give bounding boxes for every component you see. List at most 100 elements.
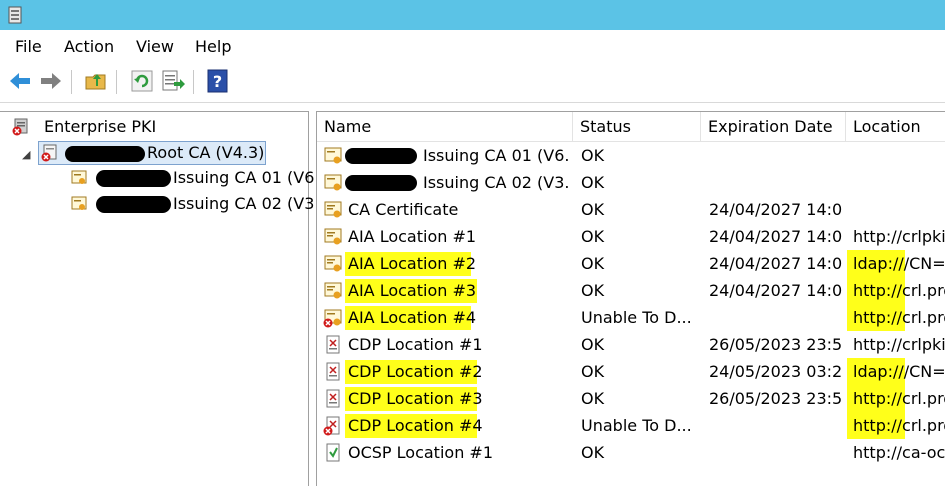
table-row[interactable]: CA Certificate OK 24/04/2027 14:08 bbox=[317, 196, 945, 223]
forward-arrow-icon[interactable] bbox=[38, 68, 64, 94]
cell-name: OCSP Location #1 bbox=[348, 443, 493, 462]
table-row[interactable]: AIA Location #3 OK 24/04/2027 14:08 http://… bbox=[317, 277, 945, 304]
svg-text:?: ? bbox=[213, 72, 222, 91]
certificate-icon bbox=[324, 228, 342, 245]
up-folder-icon[interactable] bbox=[83, 68, 109, 94]
certificate-icon bbox=[324, 201, 342, 218]
cell-location: http://crl.pro bbox=[853, 389, 945, 408]
cell-location bbox=[853, 169, 945, 196]
table-row[interactable]: CDP Location #4 Unable To D... http://crl.… bbox=[317, 412, 945, 439]
tree-item-issuing-ca-02[interactable]: Issuing CA 02 (V3 bbox=[70, 193, 314, 215]
cell-status: OK bbox=[581, 173, 605, 192]
cell-expiration bbox=[709, 439, 843, 466]
tree-label-issuing-ca-01: Issuing CA 01 (V6 bbox=[173, 168, 315, 187]
cell-name: Issuing CA 02 (V3.... bbox=[423, 173, 571, 192]
cell-status: OK bbox=[581, 146, 605, 165]
cell-name: AIA Location #4 bbox=[348, 308, 477, 327]
cell-name: CDP Location #2 bbox=[348, 362, 483, 381]
cell-status: Unable To D... bbox=[581, 308, 692, 327]
cell-location: http://ca-oc bbox=[853, 443, 945, 462]
column-header-name[interactable]: Name bbox=[317, 112, 573, 142]
cell-status: OK bbox=[581, 200, 605, 219]
table-row[interactable]: CDP Location #2 OK 24/05/2023 03:20 ldap://… bbox=[317, 358, 945, 385]
export-list-icon[interactable] bbox=[160, 68, 186, 94]
tree-item-root-ca[interactable]: Root CA (V4.3) bbox=[38, 141, 266, 165]
toolbar: ? bbox=[0, 62, 945, 103]
cell-location: http://crlpki bbox=[853, 227, 945, 246]
cell-expiration bbox=[709, 304, 843, 331]
app-icon bbox=[8, 6, 22, 24]
column-header-expiration[interactable]: Expiration Date bbox=[701, 112, 846, 142]
cell-status: Unable To D... bbox=[581, 416, 692, 435]
refresh-icon[interactable] bbox=[129, 68, 155, 94]
cell-location: http://crl.pro bbox=[853, 281, 945, 300]
ca-certificate-icon bbox=[324, 147, 342, 164]
crl-icon bbox=[326, 362, 340, 381]
cell-expiration bbox=[709, 169, 843, 196]
redaction bbox=[345, 148, 417, 164]
cell-name: CDP Location #4 bbox=[348, 416, 483, 435]
tree-item-enterprise-pki[interactable]: Enterprise PKI bbox=[12, 116, 212, 138]
toolbar-separator bbox=[193, 70, 194, 94]
title-bar bbox=[0, 0, 945, 30]
cell-name: CDP Location #3 bbox=[348, 389, 483, 408]
cell-name: Issuing CA 01 (V6.... bbox=[423, 146, 571, 165]
cell-location: http://crlpki bbox=[853, 335, 945, 354]
redaction bbox=[65, 146, 145, 162]
table-row[interactable]: AIA Location #4 Unable To D... http://crl.… bbox=[317, 304, 945, 331]
menu-action[interactable]: Action bbox=[64, 37, 114, 56]
table-row[interactable]: OCSP Location #1 OK http://ca-oc bbox=[317, 439, 945, 466]
table-row[interactable]: CDP Location #1 OK 26/05/2023 23:54 http://… bbox=[317, 331, 945, 358]
cell-status: OK bbox=[581, 254, 605, 273]
column-header-location[interactable]: Location bbox=[846, 112, 945, 142]
redaction bbox=[96, 196, 171, 213]
cell-expiration: 24/04/2027 14:08 bbox=[709, 281, 843, 300]
cell-location bbox=[853, 142, 945, 169]
back-arrow-icon[interactable] bbox=[7, 68, 33, 94]
toolbar-separator bbox=[116, 70, 117, 94]
table-row[interactable]: Issuing CA 01 (V6.... OK bbox=[317, 142, 945, 169]
ca-certificate-icon bbox=[324, 174, 342, 191]
table-row[interactable]: AIA Location #1 OK 24/04/2027 14:08 http://… bbox=[317, 223, 945, 250]
cell-location: http://crl.pro bbox=[853, 308, 945, 327]
crl-error-icon bbox=[323, 416, 340, 436]
table-row[interactable]: CDP Location #3 OK 26/05/2023 23:54 http://… bbox=[317, 385, 945, 412]
certificate-error-icon bbox=[323, 309, 342, 328]
ca-certificate-icon bbox=[71, 196, 87, 210]
tree-pane: Enterprise PKI ◢ Root CA (V4.3) Issuing … bbox=[0, 111, 314, 486]
redaction bbox=[345, 175, 417, 191]
results-list: Name Status Expiration Date Location Iss… bbox=[316, 111, 945, 486]
cell-location: http://crl.pro bbox=[853, 416, 945, 435]
menu-file[interactable]: File bbox=[15, 37, 42, 56]
certificate-icon bbox=[324, 255, 342, 272]
menu-help[interactable]: Help bbox=[195, 37, 231, 56]
cell-name: CA Certificate bbox=[348, 200, 459, 219]
cell-status: OK bbox=[581, 362, 605, 381]
cell-name: AIA Location #1 bbox=[348, 227, 477, 246]
cell-name: AIA Location #3 bbox=[348, 281, 477, 300]
cell-status: OK bbox=[581, 281, 605, 300]
cell-status: OK bbox=[581, 389, 605, 408]
column-header-status[interactable]: Status bbox=[573, 112, 701, 142]
cell-expiration: 24/04/2027 14:08 bbox=[709, 227, 843, 246]
table-row[interactable]: AIA Location #2 OK 24/04/2027 14:08 ldap://… bbox=[317, 250, 945, 277]
menu-bar: File Action View Help bbox=[0, 30, 945, 62]
crl-icon bbox=[326, 335, 340, 354]
help-icon[interactable]: ? bbox=[205, 68, 231, 94]
collapse-arrow-icon[interactable]: ◢ bbox=[22, 148, 30, 161]
table-row[interactable]: Issuing CA 02 (V3.... OK bbox=[317, 169, 945, 196]
crl-icon bbox=[326, 389, 340, 408]
ca-certificate-icon bbox=[71, 170, 87, 184]
tree-label-root-ca: Root CA (V4.3) bbox=[147, 143, 265, 162]
cell-status: OK bbox=[581, 443, 605, 462]
cell-expiration bbox=[709, 412, 843, 439]
cell-location: ldap:///CN= bbox=[853, 362, 945, 381]
cell-name: AIA Location #2 bbox=[348, 254, 477, 273]
tree-label-enterprise-pki: Enterprise PKI bbox=[44, 117, 157, 136]
toolbar-separator bbox=[71, 70, 72, 94]
tree-item-issuing-ca-01[interactable]: Issuing CA 01 (V6 bbox=[70, 167, 314, 189]
redaction bbox=[96, 170, 171, 187]
cell-expiration bbox=[709, 142, 843, 169]
menu-view[interactable]: View bbox=[136, 37, 174, 56]
cell-expiration: 24/04/2027 14:08 bbox=[709, 200, 843, 219]
